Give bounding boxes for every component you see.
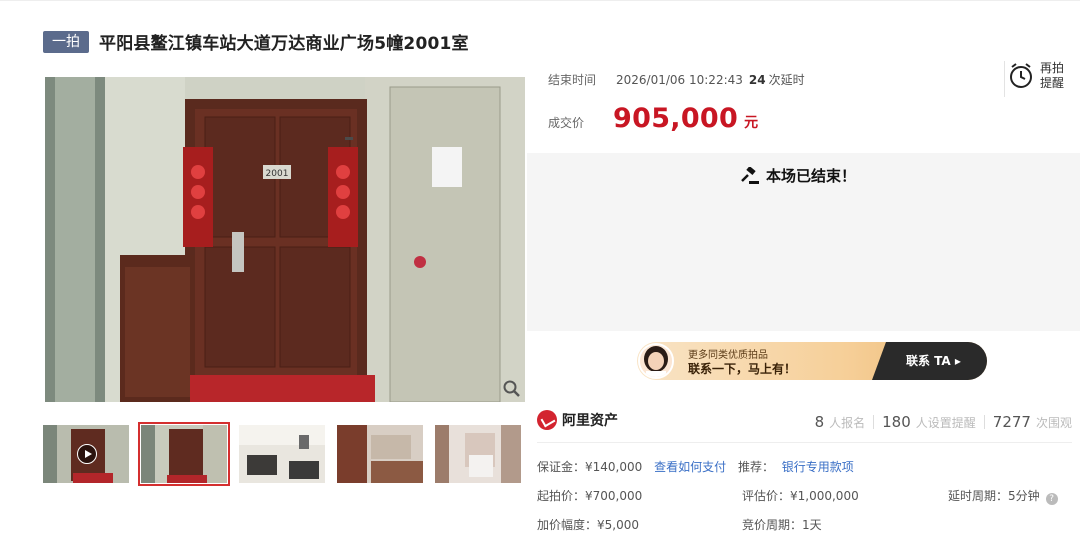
- title-row: 一拍 平阳县鳌江镇车站大道万达商业广场5幢2001室: [43, 29, 469, 54]
- thumbnail-strip: [43, 422, 533, 486]
- end-time-label: 结束时间: [548, 73, 597, 87]
- auction-round-badge: 一拍: [43, 30, 89, 53]
- how-to-pay-link[interactable]: 查看如何支付: [654, 460, 726, 474]
- end-time-row: 结束时间 2026/01/06 10:22:43 24 次延时: [548, 71, 805, 88]
- platform-name: 阿里资产: [562, 413, 618, 429]
- thumbnail-kitchen[interactable]: [337, 425, 423, 483]
- signup-count: 8: [814, 413, 825, 431]
- stats-divider: [983, 415, 985, 429]
- view-count: 7277: [992, 413, 1031, 431]
- thumbnail-video[interactable]: [43, 425, 129, 483]
- reminder-label: 人设置提醒: [915, 415, 976, 430]
- agent-avatar: [638, 343, 674, 379]
- stats-divider: [873, 415, 875, 429]
- appraisal-price: 评估价：¥1,000,000: [742, 489, 859, 503]
- door-number: 2001: [266, 169, 289, 179]
- deal-price-label: 成交价: [548, 116, 585, 130]
- deposit: 保证金：¥140,000: [537, 460, 643, 474]
- thumbnail-living-room[interactable]: [239, 425, 325, 483]
- auction-page: 一拍 平阳县鳌江镇车站大道万达商业广场5幢2001室 2001 结束时间 202…: [0, 0, 1080, 554]
- deal-price: 905,000: [613, 103, 739, 134]
- contact-agent-button[interactable]: 联系 TA ▸: [872, 342, 987, 380]
- recommend-label: 推荐：: [737, 460, 774, 474]
- remind-label: 再拍提醒: [1040, 61, 1065, 90]
- start-price: 起拍价：¥700,000: [537, 489, 643, 503]
- reminder-count: 180: [882, 413, 911, 431]
- deal-price-unit: 元: [744, 115, 759, 131]
- gavel-icon: [741, 166, 759, 184]
- auction-ended-status: 本场已结束！: [740, 165, 856, 186]
- price-row: 成交价 905,000 元: [548, 103, 758, 134]
- help-icon[interactable]: ?: [1045, 493, 1058, 505]
- zoom-icon[interactable]: [502, 379, 522, 399]
- signup-label: 人报名: [829, 415, 866, 430]
- play-icon: [77, 444, 97, 464]
- bid-period: 竞价周期：1天: [742, 518, 822, 532]
- deposit-row: 保证金：¥140,000 查看如何支付 推荐： 银行专用款项: [537, 458, 854, 475]
- thumbnail-door[interactable]: [138, 422, 230, 486]
- view-label: 次围观: [1035, 415, 1072, 430]
- banner-subtitle: 更多同类优质拍品: [688, 350, 768, 361]
- banner-title: 联系一下，马上有！: [688, 362, 797, 376]
- extend-count: 24: [748, 72, 766, 87]
- bank-payment-link[interactable]: 银行专用款项: [782, 460, 854, 474]
- ali-assets-logo-icon: [537, 410, 557, 430]
- remind-divider: [1004, 61, 1005, 97]
- section-divider: [537, 442, 1072, 443]
- remind-button[interactable]: 再拍提醒: [1004, 61, 1070, 97]
- platform-brand[interactable]: 阿里资产: [537, 410, 618, 430]
- end-time-value: 2026/01/06 10:22:43: [616, 72, 743, 87]
- auction-stats: 8 人报名 180 人设置提醒 7277 次围观: [815, 413, 1072, 431]
- delay-period-row: 延时周期：5分钟?: [948, 487, 1058, 505]
- delay-period: 延时周期：5分钟: [948, 489, 1040, 503]
- auction-ended-text: 本场已结束！: [766, 167, 857, 185]
- alarm-clock-icon: [1010, 63, 1032, 88]
- thumbnail-bathroom[interactable]: [435, 425, 521, 483]
- main-photo[interactable]: 2001: [45, 77, 525, 402]
- bid-increment: 加价幅度：¥5,000: [537, 518, 639, 532]
- page-title: 平阳县鳌江镇车站大道万达商业广场5幢2001室: [99, 34, 469, 54]
- extend-count-label: 次延时: [768, 73, 805, 87]
